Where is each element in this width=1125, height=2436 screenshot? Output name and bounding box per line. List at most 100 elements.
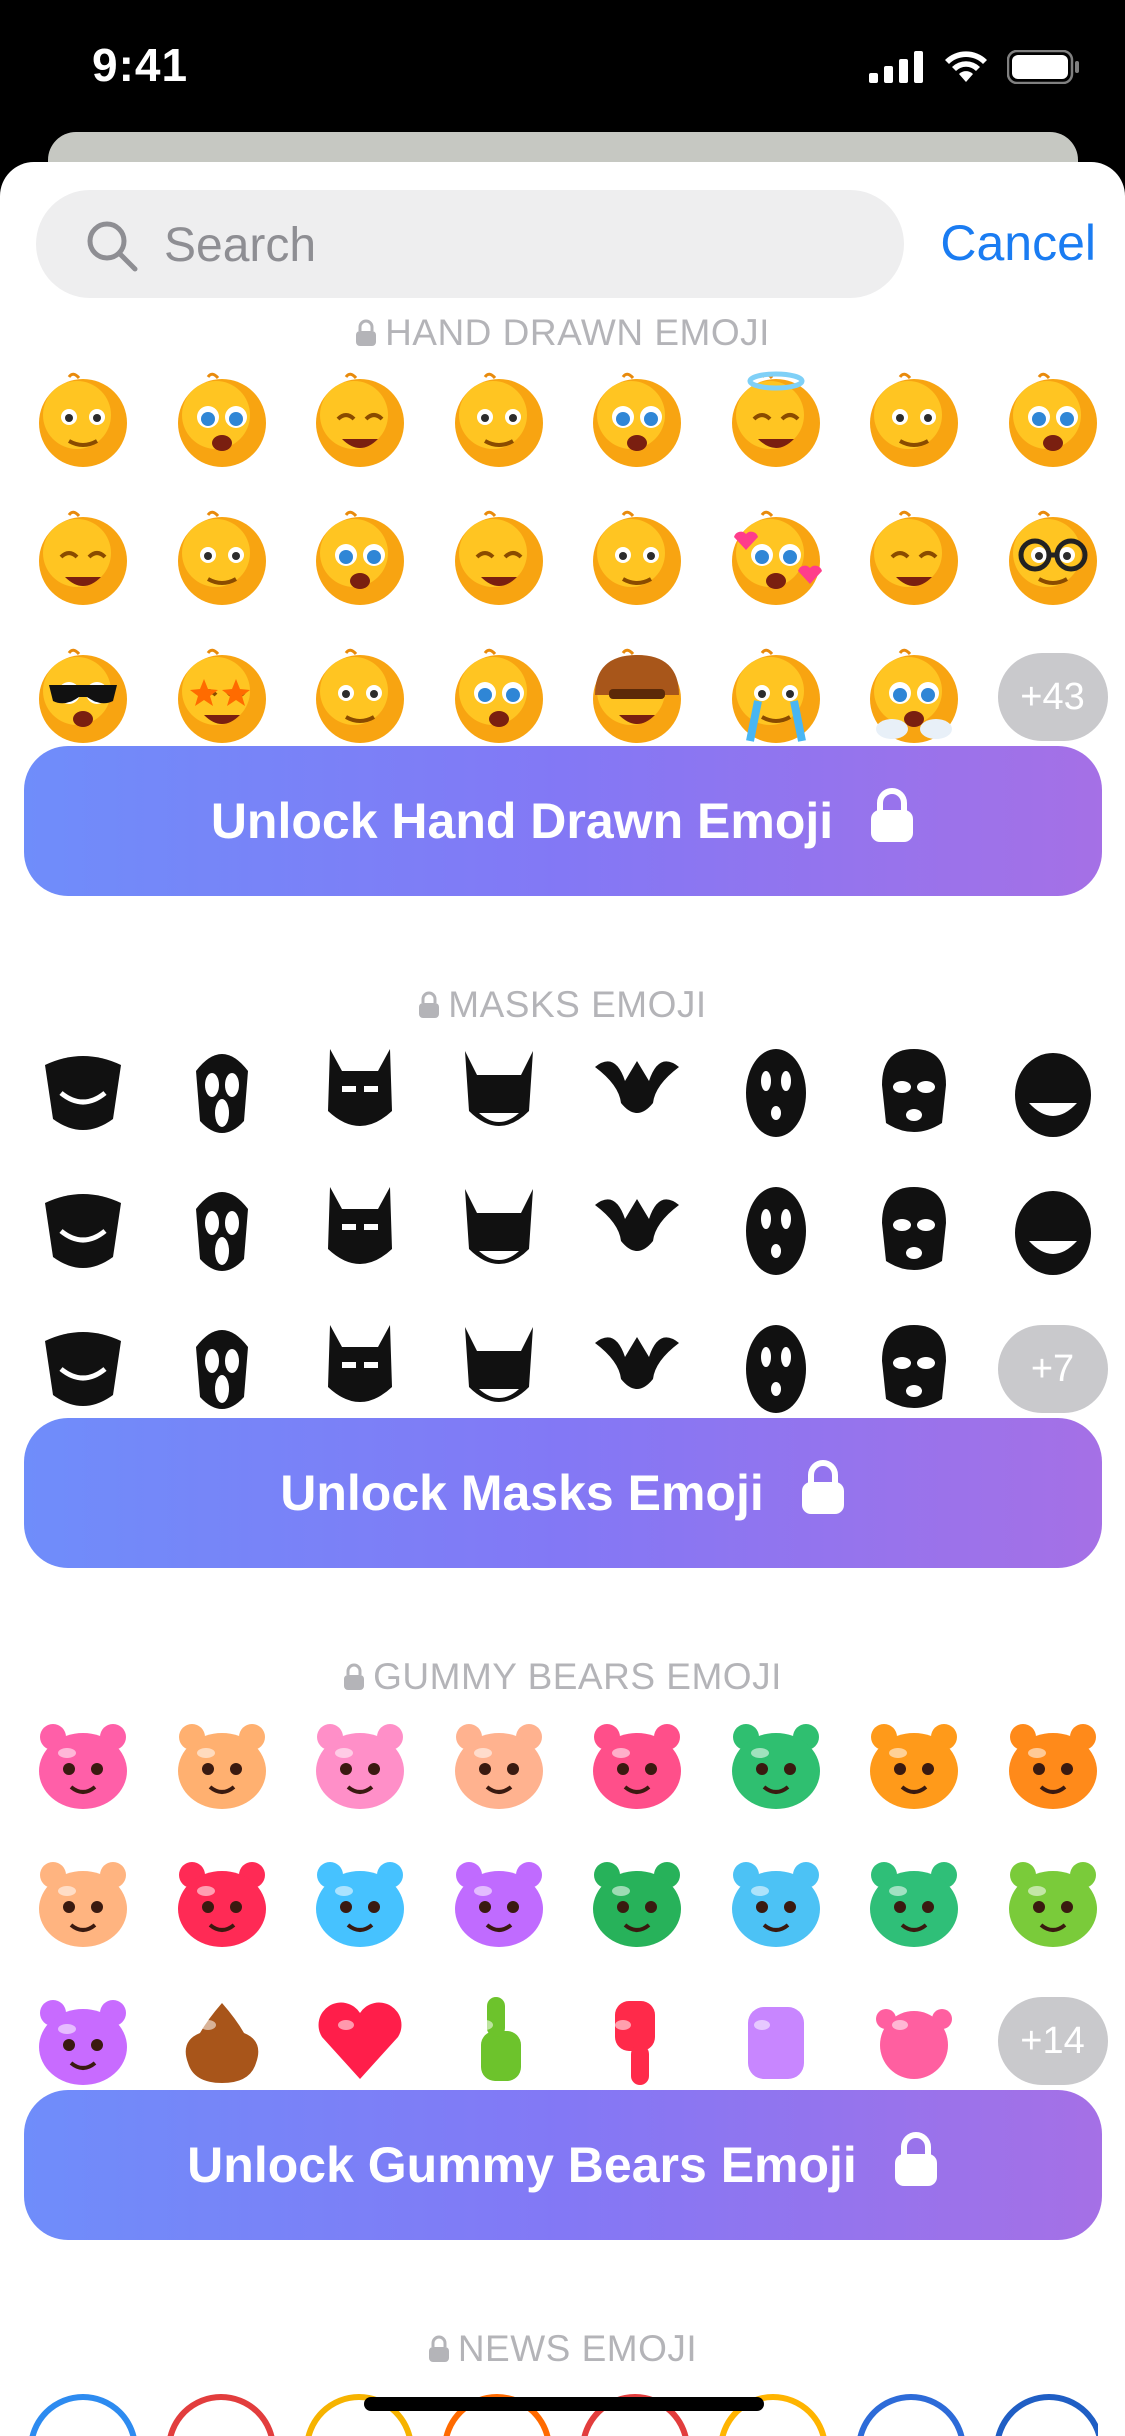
fist-gummy-icon[interactable] xyxy=(721,1986,831,2096)
unlock-button[interactable]: Unlock Gummy Bears Emoji xyxy=(24,2090,1102,2240)
kiss-bear-icon[interactable] xyxy=(582,1710,692,1820)
helmet-icon[interactable] xyxy=(582,642,692,752)
face-palm-icon[interactable] xyxy=(167,504,277,614)
nerd-glasses-icon[interactable] xyxy=(998,504,1108,614)
section-title-label: MASKS EMOJI xyxy=(448,984,707,1025)
lock-icon xyxy=(343,1656,373,1697)
sobbing-icon[interactable] xyxy=(721,642,831,752)
emoji-peek-icon xyxy=(994,2394,1098,2436)
cat-helmet-icon[interactable] xyxy=(28,1314,138,1424)
green-bear-dizzy-icon[interactable] xyxy=(859,1848,969,1958)
ok-hand-gummy-icon[interactable] xyxy=(859,1986,969,2096)
gas-mask-icon[interactable] xyxy=(167,1176,277,1286)
section-title: HAND DRAWN EMOJI xyxy=(0,312,1125,354)
laughing-icon[interactable] xyxy=(444,366,554,476)
section-title: NEWS EMOJI xyxy=(0,2328,1125,2370)
heart-eyes-bear-icon[interactable] xyxy=(444,1710,554,1820)
eye-roll-icon[interactable] xyxy=(444,642,554,752)
guy-fawkes-mask-icon[interactable] xyxy=(28,1038,138,1148)
more-count-badge[interactable]: +43 xyxy=(997,653,1108,741)
search-icon xyxy=(87,221,138,272)
grin-braces-icon[interactable] xyxy=(28,366,138,476)
jester-mask-icon[interactable] xyxy=(582,1038,692,1148)
more-emoji-cell: +43 xyxy=(997,642,1108,752)
angry-bear-icon[interactable] xyxy=(167,1848,277,1958)
plague-doctor-icon[interactable] xyxy=(28,1176,138,1286)
pink-bear-blush-icon[interactable] xyxy=(305,1710,415,1820)
pumpkin-mask-icon[interactable] xyxy=(305,1176,415,1286)
smile-ghost-icon[interactable] xyxy=(582,1314,692,1424)
steam-icon[interactable] xyxy=(859,642,969,752)
wink-icon[interactable] xyxy=(998,366,1108,476)
crying-icon[interactable] xyxy=(582,366,692,476)
surprised-icon[interactable] xyxy=(28,504,138,614)
thumbs-down-gummy-icon[interactable] xyxy=(582,1986,692,2096)
theater-mask-icon[interactable] xyxy=(859,1176,969,1286)
search-box[interactable] xyxy=(36,190,904,298)
search-row: Cancel xyxy=(36,190,1096,298)
devil-mask-icon[interactable] xyxy=(444,1038,554,1148)
lock-icon xyxy=(800,1458,846,1528)
star-eyes-bear-icon[interactable] xyxy=(721,1710,831,1820)
reaper-icon[interactable] xyxy=(167,1314,277,1424)
tongue-out-icon[interactable] xyxy=(582,504,692,614)
lock-icon xyxy=(355,312,385,353)
sweat-smile-icon[interactable] xyxy=(305,366,415,476)
blush-icon[interactable] xyxy=(859,366,969,476)
emoji-grid: +7 xyxy=(28,1038,1108,1424)
signal-icon xyxy=(869,51,923,83)
peach-bear-sweat-icon[interactable] xyxy=(167,1710,277,1820)
relieved-icon[interactable] xyxy=(305,504,415,614)
more-count-badge[interactable]: +7 xyxy=(997,1325,1108,1413)
orange-bear-smirk-icon[interactable] xyxy=(998,1710,1108,1820)
grin-mask-icon[interactable] xyxy=(998,1038,1108,1148)
purple-bear-annoyed-icon[interactable] xyxy=(444,1848,554,1958)
dizzy-bear-icon[interactable] xyxy=(582,1848,692,1958)
fox-mask-icon[interactable] xyxy=(721,1176,831,1286)
hood-icon[interactable] xyxy=(721,1314,831,1424)
diver-helmet-icon[interactable] xyxy=(444,1176,554,1286)
sunglasses-icon[interactable] xyxy=(28,642,138,752)
shocked-bear-icon[interactable] xyxy=(305,1848,415,1958)
star-eyes-icon[interactable] xyxy=(167,642,277,752)
party-bear-icon[interactable] xyxy=(859,1710,969,1820)
ghostface-mask-icon[interactable] xyxy=(167,1038,277,1148)
search-input[interactable] xyxy=(162,210,866,280)
more-emoji-cell: +7 xyxy=(997,1314,1108,1424)
emoji-sheet: Cancel HAND DRAWN EMOJI +43 Unlock Hand Dr… xyxy=(0,162,1125,2436)
cyclops-mask-icon[interactable] xyxy=(998,1176,1108,1286)
more-count-badge[interactable]: +14 xyxy=(997,1997,1108,2085)
status-bar: 9:41 xyxy=(0,0,1125,150)
home-indicator xyxy=(364,2397,764,2411)
emoji-grid: +14 xyxy=(28,1710,1108,2096)
more-emoji-cell: +14 xyxy=(997,1986,1108,2096)
teary-eyes-icon[interactable] xyxy=(167,366,277,476)
robot-helmet-icon[interactable] xyxy=(582,1176,692,1286)
emoji-peek-icon xyxy=(856,2394,966,2436)
party-icon[interactable] xyxy=(305,642,415,752)
samurai-skull-icon[interactable] xyxy=(859,1314,969,1424)
hand-over-eye-icon[interactable] xyxy=(444,504,554,614)
halo-icon[interactable] xyxy=(721,366,831,476)
crying-bear-icon[interactable] xyxy=(28,1848,138,1958)
lock-icon xyxy=(428,2328,458,2369)
bat-mask-icon[interactable] xyxy=(305,1038,415,1148)
unlock-button[interactable]: Unlock Masks Emoji xyxy=(24,1418,1102,1568)
cancel-button[interactable]: Cancel xyxy=(940,214,1096,272)
blue-bear-kiss-icon[interactable] xyxy=(721,1848,831,1958)
poop-gummy-icon[interactable] xyxy=(167,1986,277,2096)
ski-mask-icon[interactable] xyxy=(859,1038,969,1148)
heart-gummy-icon[interactable] xyxy=(305,1986,415,2096)
battery-icon xyxy=(1007,50,1079,84)
thumbs-up-gummy-icon[interactable] xyxy=(444,1986,554,2096)
pink-bear-grin-icon[interactable] xyxy=(28,1710,138,1820)
purple-devil-bear-icon[interactable] xyxy=(28,1986,138,2096)
big-eyes-icon[interactable] xyxy=(859,504,969,614)
unlock-button[interactable]: Unlock Hand Drawn Emoji xyxy=(24,746,1102,896)
unlock-button-label: Unlock Masks Emoji xyxy=(280,1465,764,1521)
hearts-icon[interactable] xyxy=(721,504,831,614)
puppet-mask-icon[interactable] xyxy=(305,1314,415,1424)
lime-bear-sick-icon[interactable] xyxy=(998,1848,1108,1958)
oni-mask-icon[interactable] xyxy=(444,1314,554,1424)
noface-mask-icon[interactable] xyxy=(721,1038,831,1148)
